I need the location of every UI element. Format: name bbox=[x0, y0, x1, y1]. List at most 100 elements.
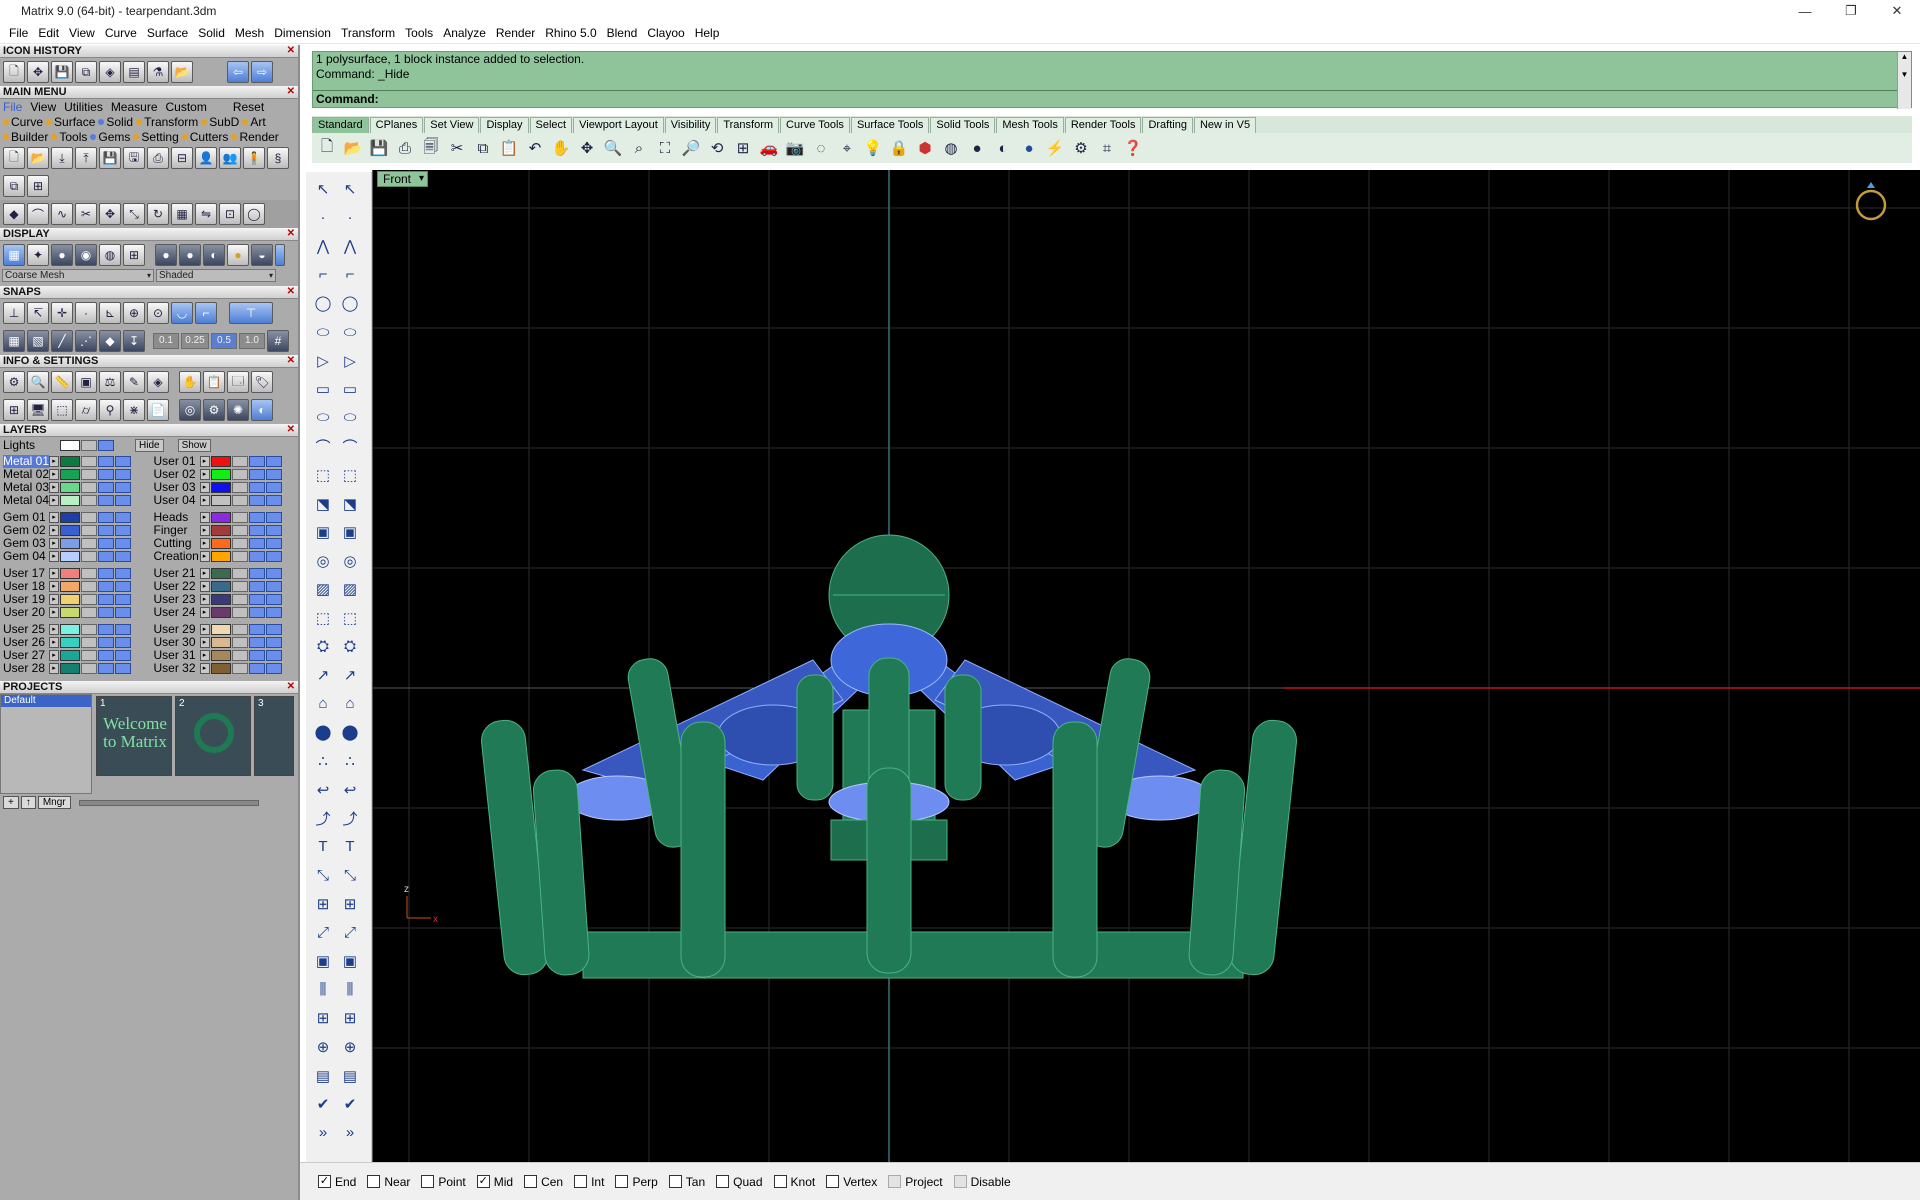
layer-name[interactable]: User 17 bbox=[3, 567, 49, 580]
pendant-model[interactable] bbox=[480, 534, 1299, 979]
layer-visible-icon[interactable] bbox=[248, 594, 265, 605]
ring-icon[interactable]: ◯ bbox=[243, 203, 265, 225]
project-thumb-3[interactable]: 3 bbox=[254, 696, 294, 776]
layer-expand-icon[interactable]: ▸ bbox=[49, 607, 59, 618]
select-icon[interactable]: ↖ bbox=[337, 176, 363, 202]
layer-name[interactable]: User 03 bbox=[154, 481, 200, 494]
layer-name[interactable]: User 18 bbox=[3, 580, 49, 593]
snap-value-1.0[interactable]: 1.0 bbox=[239, 333, 265, 349]
layer-color-swatch[interactable] bbox=[210, 482, 231, 493]
measure-icon[interactable]: ⊡ bbox=[219, 203, 241, 225]
layer-color-swatch[interactable] bbox=[210, 663, 231, 674]
shaded-sphere-icon[interactable]: ● bbox=[966, 137, 988, 159]
layer-visible-icon[interactable] bbox=[98, 495, 114, 506]
layer-current-icon[interactable] bbox=[265, 551, 282, 562]
layer-color-swatch[interactable] bbox=[60, 624, 80, 635]
mirror-icon[interactable]: ⤢ bbox=[337, 920, 363, 946]
layer-name[interactable]: User 24 bbox=[154, 606, 200, 619]
osnap-disable[interactable]: Disable bbox=[953, 1175, 1011, 1189]
layer-lock-icon[interactable] bbox=[231, 624, 248, 635]
layer-visible-icon[interactable] bbox=[248, 482, 265, 493]
copy-icon[interactable]: ⧉ bbox=[472, 137, 494, 159]
snap-center-icon[interactable]: ⊙ bbox=[147, 302, 169, 324]
extrude-icon[interactable]: ↗ bbox=[337, 662, 363, 688]
menu-view[interactable]: View bbox=[64, 26, 100, 40]
rotate-view-icon[interactable]: ✥ bbox=[576, 137, 598, 159]
monitor-icon[interactable]: 🖥 bbox=[27, 399, 49, 421]
menu-surface[interactable]: Surface bbox=[142, 26, 193, 40]
layer-name[interactable]: User 23 bbox=[154, 593, 200, 606]
curve-back-icon[interactable]: ↩ bbox=[337, 777, 363, 803]
layer-expand-icon[interactable]: ▸ bbox=[199, 469, 210, 480]
layer-current-icon[interactable] bbox=[115, 469, 131, 480]
render-scene-icon[interactable]: ⚙ bbox=[203, 399, 225, 421]
layer-expand-icon[interactable]: ▸ bbox=[49, 495, 59, 506]
main-menu-cutters[interactable]: Cutters bbox=[181, 130, 228, 144]
polyline-icon[interactable]: ⋀ bbox=[337, 233, 363, 259]
osnap-checkbox[interactable] bbox=[773, 1175, 787, 1188]
osnap-checkbox[interactable]: ✓ bbox=[476, 1175, 490, 1188]
cylinder-icon[interactable]: ▨ bbox=[337, 576, 363, 602]
solid-box-icon[interactable]: ▣ bbox=[337, 519, 363, 545]
layer-expand-icon[interactable]: ▸ bbox=[49, 594, 59, 605]
mirror-icon[interactable]: ⤢ bbox=[310, 920, 336, 946]
sphere-icon[interactable]: ◎ bbox=[310, 548, 336, 574]
main-menu-gems[interactable]: Gems bbox=[90, 130, 130, 144]
snap-target-icon[interactable]: ⌖ bbox=[836, 137, 858, 159]
main-menu-art[interactable]: Art bbox=[242, 115, 266, 129]
point-icon[interactable]: · bbox=[337, 205, 363, 231]
metal-silver-sphere-icon[interactable]: ● bbox=[179, 244, 201, 266]
layer-name[interactable]: User 01 bbox=[154, 455, 200, 468]
curve-forward-icon[interactable]: ⤴ bbox=[310, 805, 336, 831]
open-folder-icon[interactable]: 📂 bbox=[27, 147, 49, 169]
osnap-project[interactable]: Project bbox=[888, 1175, 943, 1189]
main-menu-tools[interactable]: Tools bbox=[51, 130, 87, 144]
tab-standard[interactable]: Standard bbox=[312, 117, 369, 133]
new-file-icon[interactable]: 🗋 bbox=[3, 61, 25, 83]
layer-current-icon[interactable] bbox=[115, 581, 131, 592]
paste-icon[interactable]: 📋 bbox=[498, 137, 520, 159]
layer-lock-icon[interactable] bbox=[231, 512, 248, 523]
tube-icon[interactable]: ⬚ bbox=[337, 605, 363, 631]
layer-visible-icon[interactable] bbox=[248, 607, 265, 618]
layer-color-swatch[interactable] bbox=[210, 568, 231, 579]
main-menu-measure[interactable]: Measure bbox=[111, 100, 158, 114]
layer-color-swatch[interactable] bbox=[210, 512, 231, 523]
layer-color-swatch[interactable] bbox=[210, 650, 231, 661]
tube-icon[interactable]: ⬚ bbox=[310, 605, 336, 631]
pan-icon[interactable]: ✋ bbox=[550, 137, 572, 159]
save-icon[interactable]: 💾 bbox=[99, 147, 121, 169]
layer-row[interactable]: User 02 ▸ bbox=[154, 468, 299, 481]
osnap-checkbox[interactable] bbox=[826, 1175, 840, 1188]
back-arrow-icon[interactable]: ⇦ bbox=[227, 61, 249, 83]
front-viewport[interactable]: z x bbox=[372, 170, 1920, 1162]
dimension-icon[interactable]: ⌗ bbox=[1096, 137, 1118, 159]
layer-expand-icon[interactable]: ▸ bbox=[199, 551, 210, 562]
tab-curve-tools[interactable]: Curve Tools bbox=[780, 117, 850, 133]
grid-layout-icon[interactable]: ⊞ bbox=[3, 399, 25, 421]
circle-icon[interactable]: ◯ bbox=[337, 290, 363, 316]
menu-curve[interactable]: Curve bbox=[100, 26, 142, 40]
layer-name[interactable]: Creation bbox=[154, 550, 200, 563]
camera-icon[interactable]: 📷 bbox=[784, 137, 806, 159]
layer-row[interactable]: User 18 ▸ bbox=[3, 580, 148, 593]
main-menu-file[interactable]: File bbox=[3, 100, 22, 114]
layer-current-icon[interactable] bbox=[265, 624, 282, 635]
layer-current-icon[interactable] bbox=[265, 495, 282, 506]
layer-row[interactable]: User 26 ▸ bbox=[3, 636, 148, 649]
tab-solid-tools[interactable]: Solid Tools bbox=[930, 117, 996, 133]
menu-help[interactable]: Help bbox=[690, 26, 725, 40]
user-icon[interactable]: 👤 bbox=[195, 147, 217, 169]
zoom-selected-icon[interactable]: 🔎 bbox=[680, 137, 702, 159]
layer-color-swatch[interactable] bbox=[60, 594, 80, 605]
command-input[interactable]: Command: bbox=[313, 90, 1899, 107]
minimize-button[interactable]: — bbox=[1782, 0, 1828, 22]
check-icon[interactable]: ✔ bbox=[337, 1091, 363, 1117]
render-view-icon[interactable]: ◎ bbox=[179, 399, 201, 421]
layer-visible-icon[interactable] bbox=[248, 512, 265, 523]
scale-icon[interactable]: ⤡ bbox=[337, 862, 363, 888]
print-icon[interactable]: ⎙ bbox=[147, 147, 169, 169]
layer-current-icon[interactable] bbox=[265, 663, 282, 674]
shade-mode-select[interactable]: Shaded bbox=[156, 269, 276, 282]
points-cloud-icon[interactable]: ∴ bbox=[310, 748, 336, 774]
